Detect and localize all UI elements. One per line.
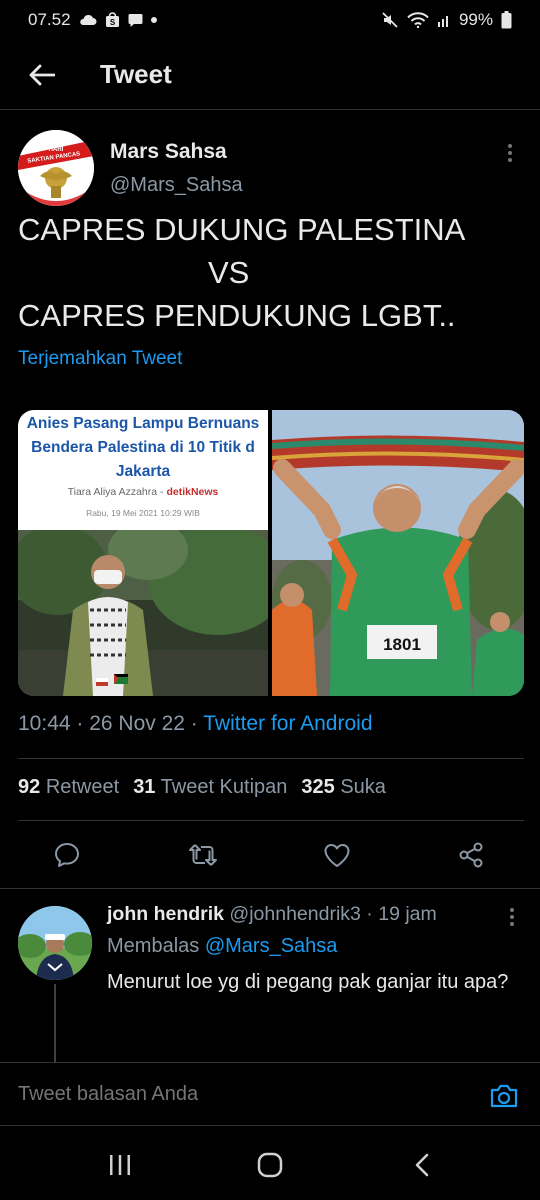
news-headline-line: Bendera Palestina di 10 Titik d [31,439,255,456]
reply-text: Menurut loe yg di pegang pak ganjar itu … [107,971,509,993]
recents-icon [110,1155,130,1175]
chat-bubble-icon [128,13,143,28]
more-vertical-icon[interactable] [500,140,520,166]
status-time: 07.52 [28,10,71,29]
quotes-stat[interactable]: 31 Tweet Kutipan [133,776,287,799]
tweet-stats: 92 Retweet 31 Tweet Kutipan 325 Suka [18,776,386,799]
status-bar: 07.52 S 99% [0,0,540,40]
divider [18,758,524,759]
likes-label: Suka [340,776,386,798]
retweet-icon [189,844,217,866]
replying-label: Membalas [107,935,200,957]
system-navigation-bar [0,1128,540,1200]
tweet-media[interactable]: Anies Pasang Lampu Bernuans Bendera Pale… [18,410,524,696]
battery-percent: 99% [458,10,493,29]
wifi-icon [407,12,429,28]
news-photo [18,530,268,696]
notification-dot-icon [150,17,157,23]
avatar-text: HARI [49,147,64,153]
arrow-left-icon [29,64,55,85]
cloud-icon [79,14,97,26]
separator-dot: · [184,712,204,735]
camera-icon [490,1084,518,1108]
author-name[interactable]: Mars Sahsa [110,140,227,164]
retweets-count: 92 [18,776,41,798]
signal-icon [437,13,451,27]
tweet-text-line: CAPRES DUKUNG PALESTINA [18,212,466,247]
camera-button[interactable] [486,1078,522,1114]
retweet-button[interactable] [186,838,220,872]
translate-tweet-link[interactable]: Terjemahkan Tweet [18,348,182,370]
back-button[interactable] [22,55,62,95]
author-handle[interactable]: @Mars_Sahsa [110,174,243,197]
runner-photo: 1801 [272,410,524,696]
news-headline-line: Anies Pasang Lampu Bernuans [26,415,260,432]
chevron-left-icon [415,1153,429,1177]
likes-count: 325 [301,776,335,798]
retweets-stat[interactable]: 92 Retweet [18,776,119,799]
tweet-timestamp: 10:44 · 26 Nov 22 · Twitter for Android [18,712,373,736]
reply-input[interactable] [18,1083,438,1106]
avatar[interactable]: HARI SAKTIAN PANCAS [18,130,94,206]
separator-dot: · [360,903,379,925]
page-title: Tweet [100,59,172,89]
replying-to: Membalas @Mars_Sahsa [107,935,337,958]
recents-button[interactable] [100,1148,140,1182]
more-vertical-icon[interactable] [502,906,522,928]
top-app-bar: Tweet [0,40,540,110]
share-icon [459,842,483,868]
comment-icon [55,843,79,867]
reply-header: john hendrik @johnhendrik3 · 19 jam [107,903,437,926]
news-date: Rabu, 19 Mei 2021 10:29 WIB [86,508,200,518]
reply-time: 19 jam [378,903,437,925]
news-source: detikNews [166,486,219,498]
divider [18,820,524,821]
shopping-bag-icon: S [105,12,120,28]
likes-stat[interactable]: 325 Suka [301,776,386,799]
system-back-button[interactable] [402,1148,442,1182]
svg-text:S: S [109,18,115,27]
divider [0,888,540,889]
home-icon [257,1152,283,1178]
heart-icon [324,844,350,867]
quotes-label: Tweet Kutipan [160,776,288,798]
news-headline-line: Jakarta [115,463,171,480]
reply-author-handle[interactable]: @johnhendrik3 [229,903,360,925]
tweet-text-line: VS [208,255,250,290]
reply-avatar[interactable] [18,906,92,980]
replying-to-mention[interactable]: @Mars_Sahsa [205,935,338,957]
tweet-actions [18,838,524,872]
media-image-runner[interactable]: 1801 [272,410,524,696]
reply-author-name[interactable]: john hendrik [107,903,224,925]
media-image-news[interactable]: Anies Pasang Lampu Bernuans Bendera Pale… [18,410,268,696]
tweet-text-line: CAPRES PENDUKUNG LGBT.. [18,298,456,333]
tweet-time: 10:44 [18,712,71,735]
reply-compose-bar [0,1062,540,1126]
tweet-date: 26 Nov 22 [89,712,185,735]
mute-icon [381,11,399,29]
tweet-author: HARI SAKTIAN PANCAS Mars Sahsa @Mars_Sah… [18,128,522,208]
like-button[interactable] [320,838,354,872]
thread-line [54,984,56,1062]
quotes-count: 31 [133,776,156,798]
share-button[interactable] [454,838,488,872]
reply-button[interactable] [50,838,84,872]
tweet-text: CAPRES DUKUNG PALESTINA VS CAPRES PENDUK… [18,208,522,337]
news-byline: Tiara Aliya Azzahra - detikNews [18,486,268,498]
retweets-label: Retweet [45,776,120,798]
bib-number: 1801 [383,635,421,654]
news-headline: Anies Pasang Lampu Bernuans Bendera Pale… [18,412,268,484]
battery-icon [501,11,512,29]
home-button[interactable] [250,1148,290,1182]
separator-dot: · [70,712,90,735]
tweet-client-link[interactable]: Twitter for Android [203,712,372,735]
news-author: Tiara Aliya Azzahra [67,486,158,498]
